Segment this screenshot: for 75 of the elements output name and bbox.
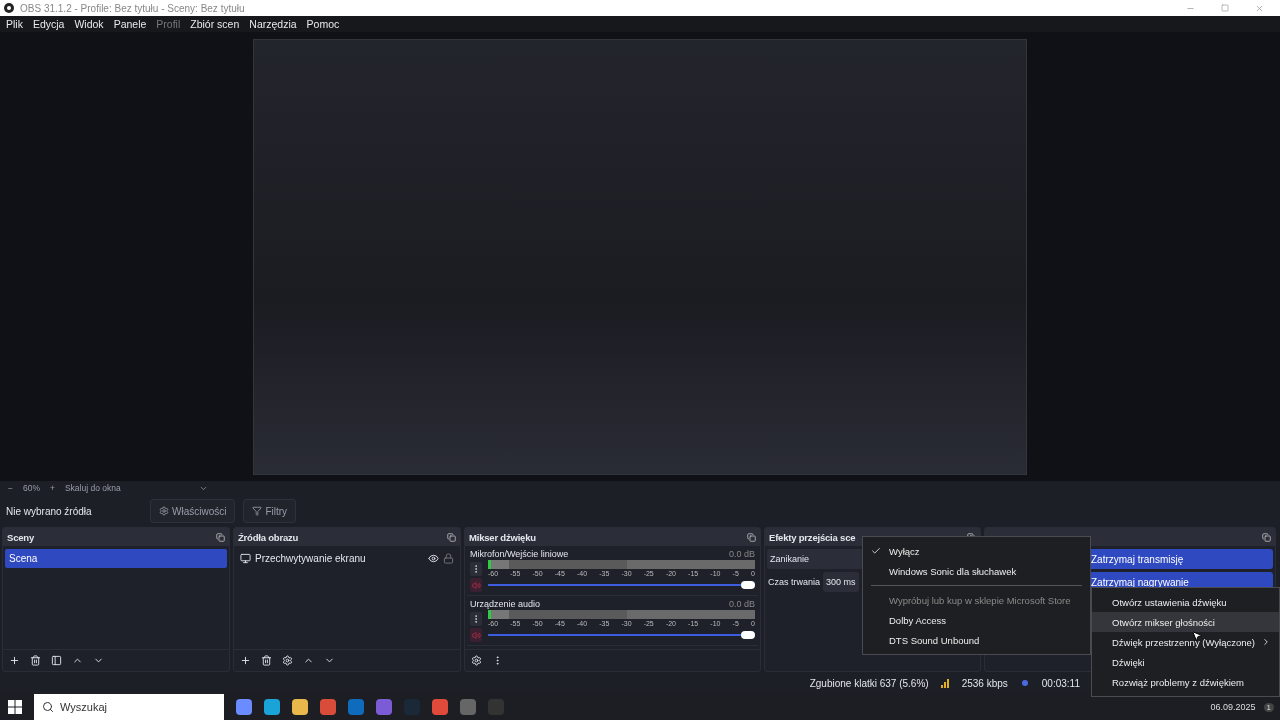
- taskbar-app-icon[interactable]: [292, 699, 308, 715]
- menu-option[interactable]: Otwórz ustawienia dźwięku: [1092, 592, 1279, 612]
- filter-panel-icon[interactable]: [51, 655, 62, 666]
- menu-item[interactable]: Zbiór scen: [190, 18, 240, 30]
- stream-icon: [1019, 679, 1030, 687]
- monitor-icon: [240, 553, 251, 564]
- zoom-level: 60%: [22, 483, 40, 493]
- filter-icon: [252, 506, 263, 516]
- delete-icon[interactable]: [261, 655, 272, 666]
- gear-icon: [159, 506, 169, 516]
- taskbar-app-icon[interactable]: [348, 699, 364, 715]
- dropped-frames: Zgubione klatki 637 (5.6%): [809, 677, 929, 689]
- dock-title: Mikser dźwięku: [469, 531, 536, 543]
- app-logo-icon: [4, 3, 14, 13]
- delete-icon[interactable]: [30, 655, 41, 666]
- properties-button[interactable]: Właściwości: [150, 499, 236, 523]
- close-icon[interactable]: [1255, 3, 1264, 13]
- channel-name: Urządzenie audio: [470, 599, 541, 609]
- taskbar-app-icon[interactable]: [236, 699, 252, 715]
- stream-time: 00:03:11: [1041, 677, 1080, 689]
- menu-item[interactable]: Edycja: [32, 18, 65, 30]
- window-title: OBS 31.1.2 - Profile: Bez tytułu - Sceny: Bez tytułu: [20, 2, 245, 14]
- taskbar-app-icon[interactable]: [376, 699, 392, 715]
- notification-count[interactable]: 1: [1263, 702, 1274, 712]
- zoom-out-button[interactable]: −: [8, 483, 13, 493]
- dock-title: Sceny: [7, 531, 34, 543]
- menu-option[interactable]: Dolby Access: [863, 610, 1090, 630]
- add-icon[interactable]: [240, 655, 251, 666]
- menu-item[interactable]: Pomoc: [306, 18, 340, 30]
- scale-mode[interactable]: Skaluj do okna: [64, 483, 189, 493]
- dock-title: Źródła obrazu: [238, 531, 299, 543]
- signal-icon: [940, 678, 950, 688]
- menu-option[interactable]: Dźwięki: [1092, 652, 1279, 672]
- advanced-audio-icon[interactable]: [471, 655, 482, 666]
- undock-icon[interactable]: [747, 532, 756, 542]
- volume-reading: 0.0 dB: [728, 599, 755, 609]
- taskbar-app-icon[interactable]: [320, 699, 336, 715]
- taskbar-app-icon[interactable]: [432, 699, 448, 715]
- scene-item[interactable]: Scena: [5, 549, 227, 568]
- menu-option[interactable]: DTS Sound Unbound: [863, 630, 1090, 650]
- channel-menu-button[interactable]: [470, 611, 482, 626]
- source-item[interactable]: Przechwytywanie ekranu: [255, 553, 424, 564]
- menu-option[interactable]: Dźwięk przestrzenny (Wyłączone): [1092, 632, 1279, 652]
- menu-item[interactable]: Narzędzia: [249, 18, 297, 30]
- volume-reading: 0.0 dB: [728, 549, 755, 559]
- taskbar-app-icon[interactable]: [264, 699, 280, 715]
- mouse-cursor-icon: [1191, 630, 1203, 642]
- menu-item[interactable]: Panele: [113, 18, 147, 30]
- undock-icon[interactable]: [1262, 532, 1271, 542]
- visibility-icon[interactable]: [428, 553, 439, 564]
- taskbar-app-icon[interactable]: [460, 699, 476, 715]
- settings-icon[interactable]: [282, 655, 293, 666]
- channel-name: Mikrofon/Wejście liniowe: [470, 549, 569, 559]
- duration-field[interactable]: 300 ms: [823, 572, 859, 592]
- menu-item[interactable]: Widok: [74, 18, 104, 30]
- undock-icon[interactable]: [447, 532, 456, 542]
- start-icon[interactable]: [8, 700, 22, 714]
- filters-button[interactable]: Filtry: [243, 499, 297, 523]
- slider-thumb[interactable]: [741, 581, 755, 589]
- date: 06.09.2025: [1210, 702, 1256, 712]
- channel-menu-button[interactable]: [470, 561, 482, 576]
- dock-title: Efekty przejścia sce: [769, 531, 856, 543]
- menu-option[interactable]: Rozwiąż problemy z dźwiękiem: [1092, 672, 1279, 692]
- undock-icon[interactable]: [216, 532, 225, 542]
- menu-item[interactable]: Plik: [6, 18, 23, 30]
- menu-option[interactable]: Otwórz mikser głośności: [1092, 612, 1279, 632]
- lock-icon[interactable]: [443, 553, 454, 564]
- zoom-in-button[interactable]: +: [50, 483, 55, 493]
- slider-thumb[interactable]: [741, 631, 755, 639]
- selected-source-label: Nie wybrano źródła: [6, 505, 93, 517]
- bitrate: 2536 kbps: [961, 677, 1008, 689]
- duration-label: Czas trwania: [768, 577, 821, 587]
- search-field[interactable]: Wyszukaj: [34, 694, 224, 720]
- search-icon: [42, 701, 54, 713]
- add-icon[interactable]: [9, 655, 20, 666]
